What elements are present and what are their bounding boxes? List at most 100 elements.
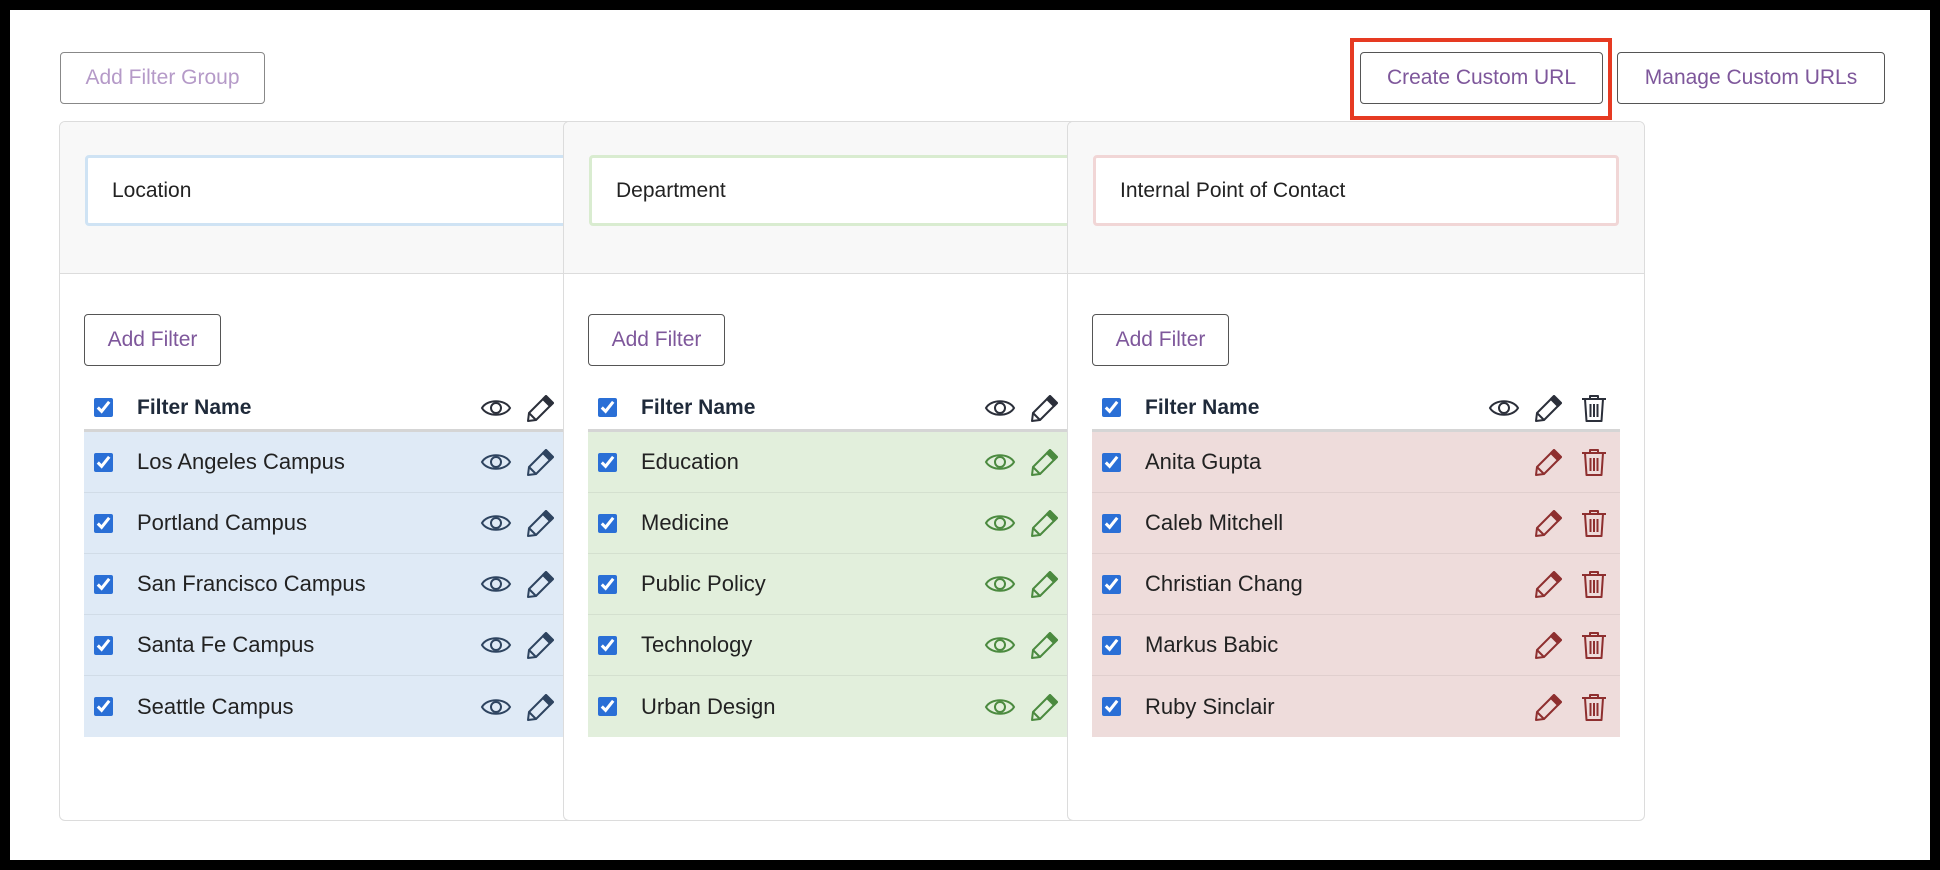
table-row: Technology — [588, 615, 1116, 676]
filter-name: Urban Design — [641, 693, 776, 719]
table-row: Seattle Campus — [84, 676, 612, 737]
row-actions — [1477, 505, 1612, 541]
trash-icon[interactable] — [1576, 505, 1612, 541]
filter-group-header — [60, 122, 636, 274]
trash-icon[interactable] — [1576, 444, 1612, 480]
table-row: Caleb Mitchell — [1092, 493, 1620, 554]
add-filter-group-button[interactable]: Add Filter Group — [60, 52, 265, 104]
filter-checkbox[interactable] — [94, 635, 113, 655]
filter-name: Technology — [641, 632, 753, 657]
table-header: Filter Name — [1092, 386, 1620, 432]
add-filter-button[interactable]: Add Filter — [588, 314, 725, 366]
row-actions — [1477, 444, 1612, 480]
filter-groups-page: Add Filter Group Create Custom URL Manag… — [10, 10, 1930, 860]
select-all-checkbox[interactable] — [94, 398, 113, 417]
filter-name: Medicine — [641, 510, 730, 535]
table-row: Los Angeles Campus — [84, 432, 612, 493]
eye-icon[interactable] — [478, 444, 514, 480]
row-actions — [1477, 566, 1612, 602]
filter-group-title-input[interactable] — [589, 155, 1115, 226]
filter-checkbox[interactable] — [94, 574, 113, 594]
filter-group-header — [1068, 122, 1644, 274]
pencil-icon[interactable] — [1027, 390, 1063, 426]
filter-checkbox[interactable] — [1102, 452, 1121, 472]
pencil-icon[interactable] — [1027, 566, 1063, 602]
pencil-icon[interactable] — [1531, 627, 1567, 663]
filter-checkbox[interactable] — [1102, 635, 1121, 655]
pencil-icon[interactable] — [1531, 505, 1567, 541]
filter-checkbox[interactable] — [94, 697, 113, 716]
pencil-icon[interactable] — [523, 390, 559, 426]
filter-checkbox[interactable] — [94, 452, 113, 472]
table-row: Education — [588, 432, 1116, 493]
filter-name-column-header: Filter Name — [641, 395, 756, 419]
eye-icon[interactable] — [478, 689, 514, 725]
header-actions — [1477, 390, 1612, 426]
filter-list: Los Angeles Campus Portland Campus San Fra… — [84, 432, 612, 737]
add-filter-button[interactable]: Add Filter — [84, 314, 221, 366]
filter-checkbox[interactable] — [1102, 513, 1121, 533]
pencil-icon[interactable] — [523, 627, 559, 663]
filter-table: Filter Name Anita Gupta Caleb Mitchell Chri… — [1092, 386, 1620, 737]
pencil-icon[interactable] — [1531, 689, 1567, 725]
eye-icon[interactable] — [982, 390, 1018, 426]
eye-icon[interactable] — [982, 689, 1018, 725]
filter-table: Filter Name Education Medicine Public Polic… — [588, 386, 1116, 737]
table-row: Markus Babic — [1092, 615, 1620, 676]
pencil-icon[interactable] — [1027, 505, 1063, 541]
eye-icon[interactable] — [982, 566, 1018, 602]
eye-icon[interactable] — [982, 627, 1018, 663]
filter-group-card: Add Filter Filter Name Anita Gupta Caleb Mi… — [1067, 121, 1645, 821]
pencil-icon[interactable] — [1531, 444, 1567, 480]
filter-checkbox[interactable] — [94, 513, 113, 533]
eye-icon[interactable] — [478, 505, 514, 541]
pencil-icon[interactable] — [1027, 627, 1063, 663]
row-actions — [1477, 627, 1612, 663]
filter-name: San Francisco Campus — [137, 571, 366, 596]
filter-group-title-input[interactable] — [85, 155, 611, 226]
select-all-checkbox[interactable] — [598, 398, 617, 417]
filter-name: Los Angeles Campus — [137, 449, 345, 474]
trash-icon[interactable] — [1576, 689, 1612, 725]
filter-group-header — [564, 122, 1140, 274]
pencil-icon[interactable] — [523, 566, 559, 602]
eye-icon[interactable] — [982, 444, 1018, 480]
pencil-icon[interactable] — [1531, 390, 1567, 426]
pencil-icon[interactable] — [523, 444, 559, 480]
row-actions — [1477, 689, 1612, 725]
filter-list: Education Medicine Public Policy Technology… — [588, 432, 1116, 737]
filter-checkbox[interactable] — [1102, 697, 1121, 716]
trash-icon[interactable] — [1576, 627, 1612, 663]
table-header: Filter Name — [84, 386, 612, 432]
eye-icon[interactable] — [478, 566, 514, 602]
filter-name: Seattle Campus — [137, 693, 294, 719]
filter-checkbox[interactable] — [598, 635, 617, 655]
filter-checkbox[interactable] — [598, 697, 617, 716]
filter-checkbox[interactable] — [598, 513, 617, 533]
pencil-icon[interactable] — [1027, 444, 1063, 480]
select-all-checkbox[interactable] — [1102, 398, 1121, 417]
add-filter-button[interactable]: Add Filter — [1092, 314, 1229, 366]
filter-name: Caleb Mitchell — [1145, 510, 1284, 535]
trash-icon[interactable] — [1576, 390, 1612, 426]
eye-icon[interactable] — [478, 390, 514, 426]
eye-icon[interactable] — [478, 627, 514, 663]
filter-name: Public Policy — [641, 571, 766, 596]
create-custom-url-button[interactable]: Create Custom URL — [1360, 52, 1603, 104]
eye-icon[interactable] — [982, 505, 1018, 541]
filter-name: Portland Campus — [137, 510, 307, 535]
pencil-icon[interactable] — [523, 505, 559, 541]
filter-group-title-input[interactable] — [1093, 155, 1619, 226]
table-header: Filter Name — [588, 386, 1116, 432]
eye-icon[interactable] — [1486, 390, 1522, 426]
trash-icon[interactable] — [1576, 566, 1612, 602]
filter-checkbox[interactable] — [598, 452, 617, 472]
filter-checkbox[interactable] — [598, 574, 617, 594]
pencil-icon[interactable] — [523, 689, 559, 725]
filter-group-card: Add Filter Filter Name Los Angeles Campus P… — [59, 121, 637, 821]
manage-custom-urls-button[interactable]: Manage Custom URLs — [1617, 52, 1885, 104]
pencil-icon[interactable] — [1531, 566, 1567, 602]
pencil-icon[interactable] — [1027, 689, 1063, 725]
filter-checkbox[interactable] — [1102, 574, 1121, 594]
table-row: Anita Gupta — [1092, 432, 1620, 493]
